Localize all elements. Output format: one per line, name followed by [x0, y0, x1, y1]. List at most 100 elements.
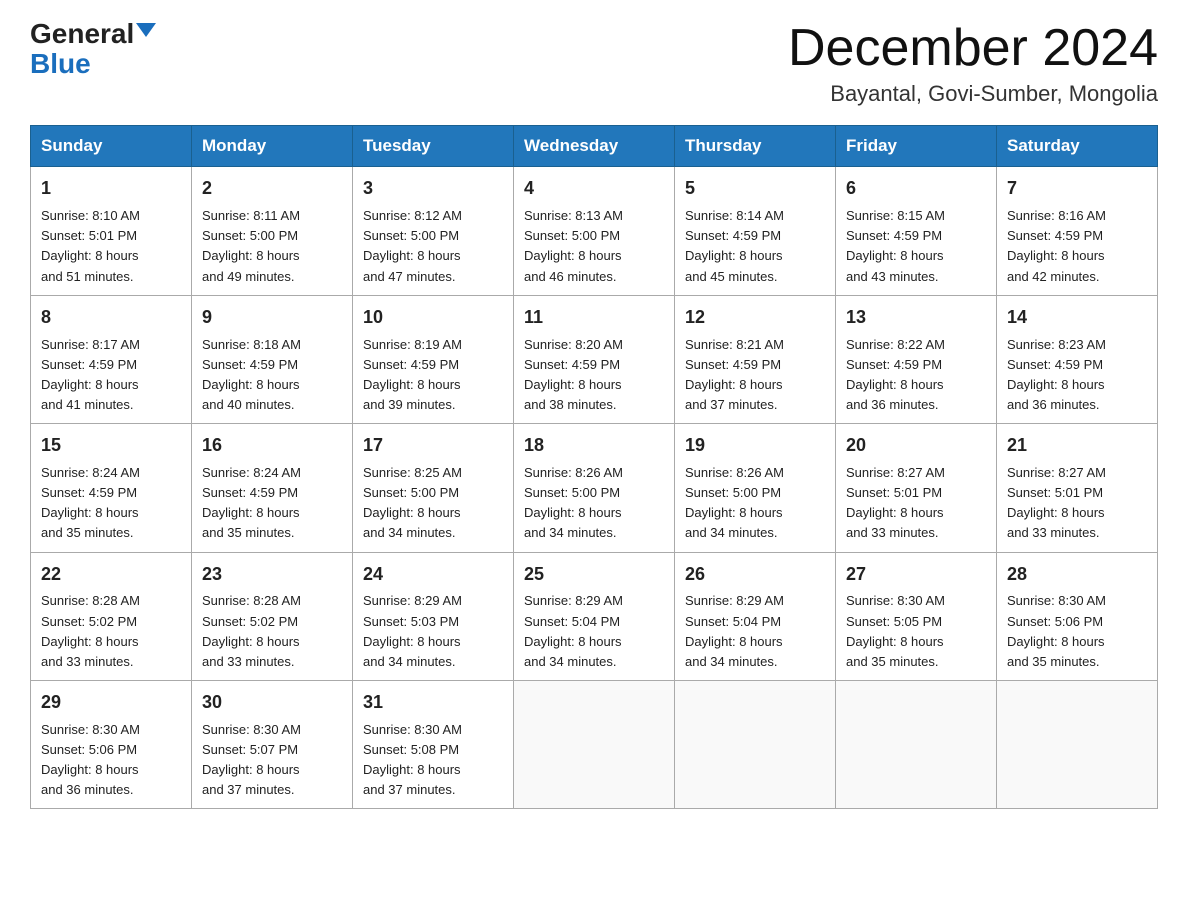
calendar-cell: 31 Sunrise: 8:30 AMSunset: 5:08 PMDayligh… [353, 681, 514, 809]
week-row-4: 22Sunrise: 8:28 AMSunset: 5:02 PMDayligh… [31, 552, 1158, 680]
day-number: 30 [202, 689, 342, 717]
calendar-cell: 19 Sunrise: 8:26 AMSunset: 5:00 PMDayligh… [675, 424, 836, 552]
calendar-cell: 20 Sunrise: 8:27 AMSunset: 5:01 PMDayligh… [836, 424, 997, 552]
title-area: December 2024 Bayantal, Govi-Sumber, Mon… [788, 20, 1158, 107]
day-number: 31 [363, 689, 503, 717]
calendar-cell: 27Sunrise: 8:30 AMSunset: 5:05 PMDayligh… [836, 552, 997, 680]
calendar-cell: 7Sunrise: 8:16 AMSunset: 4:59 PMDaylight… [997, 167, 1158, 295]
calendar-cell: 24Sunrise: 8:29 AMSunset: 5:03 PMDayligh… [353, 552, 514, 680]
month-title: December 2024 [788, 20, 1158, 77]
day-info: Sunrise: 8:30 AMSunset: 5:06 PMDaylight:… [41, 720, 181, 801]
day-info: Sunrise: 8:11 AMSunset: 5:00 PMDaylight:… [202, 206, 342, 287]
logo: General Blue [30, 20, 156, 78]
weekday-header-thursday: Thursday [675, 126, 836, 167]
day-number: 17 [363, 432, 503, 460]
day-number: 29 [41, 689, 181, 717]
day-number: 10 [363, 304, 503, 332]
calendar-cell: 10 Sunrise: 8:19 AMSunset: 4:59 PMDayligh… [353, 295, 514, 423]
calendar-cell: 2 Sunrise: 8:11 AMSunset: 5:00 PMDaylight… [192, 167, 353, 295]
day-number: 5 [685, 175, 825, 203]
day-info: Sunrise: 8:26 AMSunset: 5:00 PMDaylight:… [685, 463, 825, 544]
day-number: 24 [363, 561, 503, 589]
day-number: 9 [202, 304, 342, 332]
calendar-table: SundayMondayTuesdayWednesdayThursdayFrid… [30, 125, 1158, 809]
calendar-cell [675, 681, 836, 809]
calendar-cell: 18 Sunrise: 8:26 AMSunset: 5:00 PMDayligh… [514, 424, 675, 552]
day-info: Sunrise: 8:19 AMSunset: 4:59 PMDaylight:… [363, 335, 503, 416]
day-number: 6 [846, 175, 986, 203]
day-info: Sunrise: 8:24 AMSunset: 4:59 PMDaylight:… [202, 463, 342, 544]
day-number: 28 [1007, 561, 1147, 589]
calendar-cell: 11 Sunrise: 8:20 AMSunset: 4:59 PMDayligh… [514, 295, 675, 423]
day-info: Sunrise: 8:14 AMSunset: 4:59 PMDaylight:… [685, 206, 825, 287]
logo-line1: General [30, 20, 156, 48]
day-info: Sunrise: 8:28 AMSunset: 5:02 PMDaylight:… [41, 591, 181, 672]
weekday-header-row: SundayMondayTuesdayWednesdayThursdayFrid… [31, 126, 1158, 167]
calendar-cell: 13Sunrise: 8:22 AMSunset: 4:59 PMDayligh… [836, 295, 997, 423]
day-number: 14 [1007, 304, 1147, 332]
day-number: 19 [685, 432, 825, 460]
calendar-cell [836, 681, 997, 809]
day-info: Sunrise: 8:27 AMSunset: 5:01 PMDaylight:… [846, 463, 986, 544]
day-info: Sunrise: 8:30 AMSunset: 5:06 PMDaylight:… [1007, 591, 1147, 672]
calendar-cell: 17 Sunrise: 8:25 AMSunset: 5:00 PMDayligh… [353, 424, 514, 552]
day-number: 16 [202, 432, 342, 460]
calendar-cell: 4Sunrise: 8:13 AMSunset: 5:00 PMDaylight… [514, 167, 675, 295]
day-number: 20 [846, 432, 986, 460]
calendar-cell: 14Sunrise: 8:23 AMSunset: 4:59 PMDayligh… [997, 295, 1158, 423]
week-row-3: 15 Sunrise: 8:24 AMSunset: 4:59 PMDayligh… [31, 424, 1158, 552]
day-info: Sunrise: 8:21 AMSunset: 4:59 PMDaylight:… [685, 335, 825, 416]
location-subtitle: Bayantal, Govi-Sumber, Mongolia [788, 81, 1158, 107]
calendar-cell: 16 Sunrise: 8:24 AMSunset: 4:59 PMDayligh… [192, 424, 353, 552]
day-number: 2 [202, 175, 342, 203]
day-info: Sunrise: 8:20 AMSunset: 4:59 PMDaylight:… [524, 335, 664, 416]
calendar-cell [997, 681, 1158, 809]
calendar-cell: 6 Sunrise: 8:15 AMSunset: 4:59 PMDaylight… [836, 167, 997, 295]
calendar-cell: 26Sunrise: 8:29 AMSunset: 5:04 PMDayligh… [675, 552, 836, 680]
week-row-5: 29 Sunrise: 8:30 AMSunset: 5:06 PMDayligh… [31, 681, 1158, 809]
calendar-cell: 23Sunrise: 8:28 AMSunset: 5:02 PMDayligh… [192, 552, 353, 680]
calendar-cell [514, 681, 675, 809]
day-info: Sunrise: 8:17 AMSunset: 4:59 PMDaylight:… [41, 335, 181, 416]
calendar-cell: 30 Sunrise: 8:30 AMSunset: 5:07 PMDayligh… [192, 681, 353, 809]
calendar-cell: 9Sunrise: 8:18 AMSunset: 4:59 PMDaylight… [192, 295, 353, 423]
day-number: 8 [41, 304, 181, 332]
day-number: 22 [41, 561, 181, 589]
day-info: Sunrise: 8:29 AMSunset: 5:04 PMDaylight:… [524, 591, 664, 672]
calendar-cell: 21Sunrise: 8:27 AMSunset: 5:01 PMDayligh… [997, 424, 1158, 552]
day-info: Sunrise: 8:26 AMSunset: 5:00 PMDaylight:… [524, 463, 664, 544]
week-row-1: 1 Sunrise: 8:10 AMSunset: 5:01 PMDaylight… [31, 167, 1158, 295]
day-info: Sunrise: 8:16 AMSunset: 4:59 PMDaylight:… [1007, 206, 1147, 287]
logo-line2: Blue [30, 50, 91, 78]
logo-triangle-icon [136, 23, 156, 37]
calendar-cell: 15 Sunrise: 8:24 AMSunset: 4:59 PMDayligh… [31, 424, 192, 552]
day-info: Sunrise: 8:29 AMSunset: 5:04 PMDaylight:… [685, 591, 825, 672]
weekday-header-saturday: Saturday [997, 126, 1158, 167]
calendar-cell: 3Sunrise: 8:12 AMSunset: 5:00 PMDaylight… [353, 167, 514, 295]
weekday-header-sunday: Sunday [31, 126, 192, 167]
day-number: 11 [524, 304, 664, 332]
day-number: 3 [363, 175, 503, 203]
day-info: Sunrise: 8:30 AMSunset: 5:08 PMDaylight:… [363, 720, 503, 801]
calendar-cell: 5 Sunrise: 8:14 AMSunset: 4:59 PMDaylight… [675, 167, 836, 295]
day-number: 18 [524, 432, 664, 460]
day-info: Sunrise: 8:30 AMSunset: 5:05 PMDaylight:… [846, 591, 986, 672]
day-info: Sunrise: 8:30 AMSunset: 5:07 PMDaylight:… [202, 720, 342, 801]
day-info: Sunrise: 8:25 AMSunset: 5:00 PMDaylight:… [363, 463, 503, 544]
weekday-header-wednesday: Wednesday [514, 126, 675, 167]
day-info: Sunrise: 8:13 AMSunset: 5:00 PMDaylight:… [524, 206, 664, 287]
day-info: Sunrise: 8:24 AMSunset: 4:59 PMDaylight:… [41, 463, 181, 544]
calendar-cell: 12 Sunrise: 8:21 AMSunset: 4:59 PMDayligh… [675, 295, 836, 423]
day-number: 1 [41, 175, 181, 203]
day-info: Sunrise: 8:10 AMSunset: 5:01 PMDaylight:… [41, 206, 181, 287]
day-number: 26 [685, 561, 825, 589]
day-number: 27 [846, 561, 986, 589]
calendar-cell: 29 Sunrise: 8:30 AMSunset: 5:06 PMDayligh… [31, 681, 192, 809]
calendar-cell: 1 Sunrise: 8:10 AMSunset: 5:01 PMDaylight… [31, 167, 192, 295]
calendar-cell: 22Sunrise: 8:28 AMSunset: 5:02 PMDayligh… [31, 552, 192, 680]
day-number: 15 [41, 432, 181, 460]
day-info: Sunrise: 8:15 AMSunset: 4:59 PMDaylight:… [846, 206, 986, 287]
day-number: 12 [685, 304, 825, 332]
day-info: Sunrise: 8:27 AMSunset: 5:01 PMDaylight:… [1007, 463, 1147, 544]
day-number: 25 [524, 561, 664, 589]
